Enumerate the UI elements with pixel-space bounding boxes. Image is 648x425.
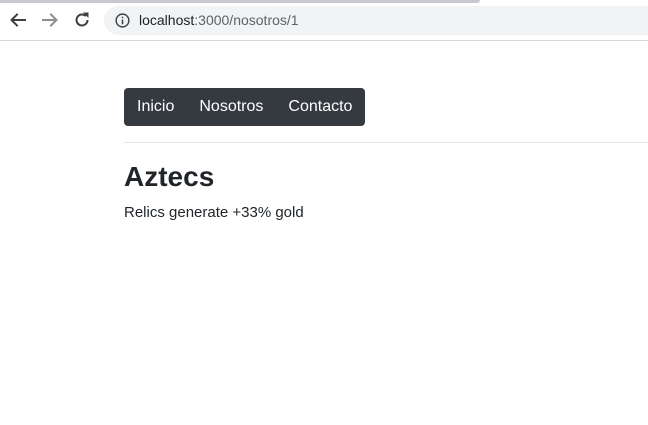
reload-button[interactable] <box>72 10 92 30</box>
tab-strip <box>0 0 480 3</box>
nav-link-nosotros[interactable]: Nosotros <box>199 98 263 116</box>
browser-toolbar: localhost:3000/nosotros/1 <box>0 0 648 41</box>
url-path: :3000/nosotros/1 <box>194 12 299 28</box>
nav-link-inicio[interactable]: Inicio <box>137 98 174 116</box>
address-bar[interactable]: localhost:3000/nosotros/1 <box>104 6 648 35</box>
page-title: Aztecs <box>124 161 215 192</box>
arrow-left-icon <box>10 13 26 27</box>
back-button[interactable] <box>8 10 28 30</box>
arrow-right-icon <box>42 13 58 27</box>
url-host: localhost <box>139 12 195 28</box>
info-icon[interactable] <box>115 13 130 28</box>
url-text[interactable]: localhost:3000/nosotros/1 <box>139 6 299 35</box>
forward-button[interactable] <box>40 10 60 30</box>
nav-link-contacto[interactable]: Contacto <box>288 98 352 116</box>
divider <box>124 142 648 143</box>
reload-icon <box>75 12 89 27</box>
main-navbar: Inicio Nosotros Contacto <box>124 88 366 126</box>
page-description: Relics generate +33% gold <box>124 204 304 221</box>
